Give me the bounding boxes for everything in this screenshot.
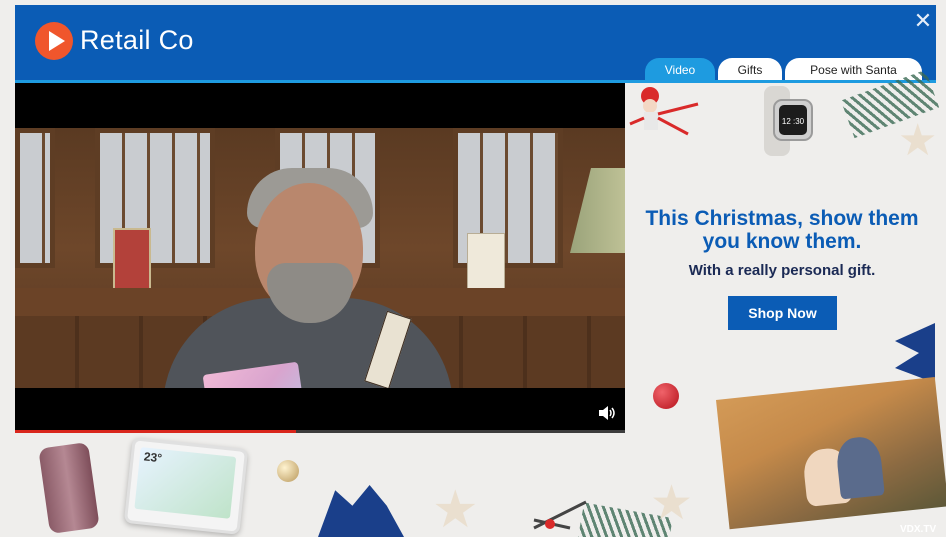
close-icon[interactable]: ✕ <box>912 10 934 32</box>
lamp-shade <box>570 168 625 253</box>
smart-display-temp: 23° <box>143 449 163 466</box>
speaker-icon[interactable] <box>596 405 618 423</box>
santa-ornament-icon <box>628 84 713 144</box>
video-player[interactable] <box>15 83 625 433</box>
paper-fan-icon <box>318 485 404 537</box>
vdx-watermark: VDX.TV <box>900 524 937 535</box>
ad-unit: Retail Co ✕ Video Gifts Pose with Santa <box>0 0 946 537</box>
promo-subline: With a really personal gift. <box>688 262 876 279</box>
promo-headline: This Christmas, show them you know them. <box>645 207 919 253</box>
star-ornament-icon: ★ <box>650 477 694 530</box>
leaded-window <box>15 128 55 268</box>
watch-time: 12 :30 <box>782 117 805 126</box>
paper-fan-icon <box>895 323 935 383</box>
greeting-card <box>113 228 151 294</box>
child-figure <box>834 435 885 500</box>
scissors-icon <box>530 498 592 537</box>
tab-gifts[interactable]: Gifts <box>718 58 782 80</box>
gold-bauble-icon <box>277 460 299 482</box>
bluetooth-speaker-icon[interactable] <box>38 441 100 535</box>
tab-video[interactable]: Video <box>645 58 715 80</box>
photo-puzzle-icon[interactable] <box>716 377 946 530</box>
brand-name: Retail Co <box>80 25 194 55</box>
tab-pose-with-santa[interactable]: Pose with Santa <box>785 58 922 80</box>
smartwatch-icon: 12 :30 <box>748 86 816 156</box>
shop-now-button[interactable]: Shop Now <box>728 296 837 330</box>
smart-display-icon[interactable]: 23° <box>123 437 249 535</box>
video-letterbox <box>15 388 625 433</box>
play-icon <box>49 31 65 51</box>
star-ornament-icon: ★ <box>432 481 479 537</box>
star-ornament-icon: ★ <box>898 116 938 165</box>
greeting-card <box>467 233 505 293</box>
red-bauble-icon <box>653 383 679 409</box>
video-frame <box>15 128 625 433</box>
video-progress-fill <box>15 430 296 433</box>
